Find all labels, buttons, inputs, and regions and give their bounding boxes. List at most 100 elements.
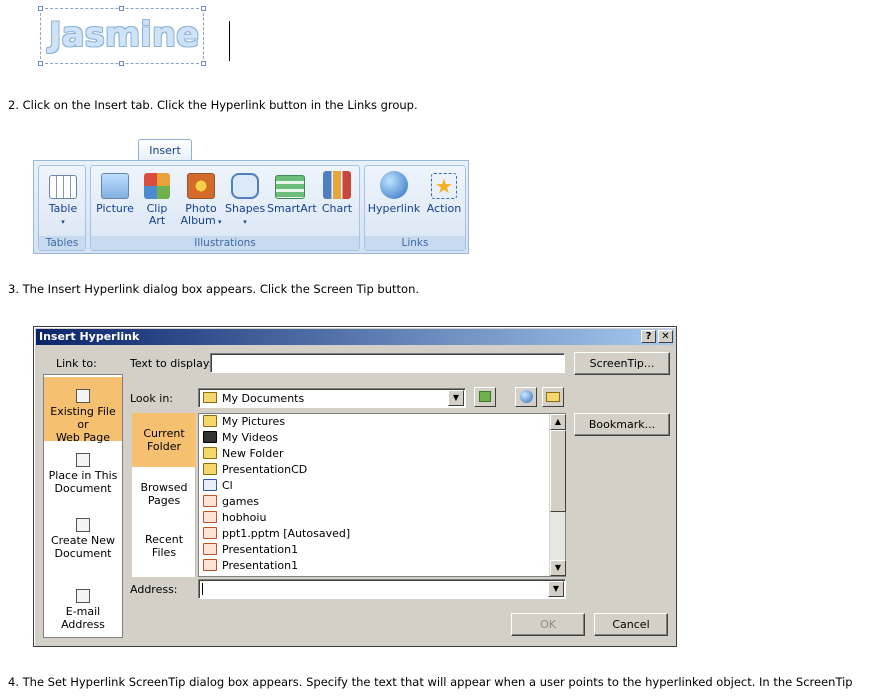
look-in-select[interactable]: My Documents ▼ <box>198 388 466 408</box>
resize-handle[interactable] <box>119 61 124 66</box>
photo-album-icon <box>187 173 215 199</box>
list-item[interactable]: Presentation1 <box>203 558 298 574</box>
text-to-display-label: Text to display: <box>130 357 213 370</box>
recent-files-label-1: Recent <box>144 533 184 546</box>
dropdown-arrow-icon: ▾ <box>215 218 222 226</box>
existing-file-label-2: Web Page <box>55 431 111 444</box>
address-input[interactable]: ▼ <box>198 579 566 599</box>
ribbon-insert: Table ▾ Tables Picture Clip Art Photo Alb… <box>33 160 469 254</box>
folder-icon <box>203 463 217 475</box>
link-create-new-document[interactable]: Create New Document <box>44 518 122 560</box>
group-illustrations: Picture Clip Art Photo Album ▾ Shapes ▾ S… <box>90 165 360 251</box>
file-name: games <box>222 495 259 508</box>
up-folder-button[interactable] <box>474 387 496 407</box>
help-button[interactable]: ? <box>641 330 656 343</box>
table-label: Table <box>48 202 78 215</box>
wordart-object[interactable]: Jasmine <box>38 6 230 66</box>
place-label-1: Place in This <box>48 469 118 482</box>
dropdown-arrow-icon: ▾ <box>243 218 247 226</box>
chart-button[interactable]: Chart <box>317 169 357 215</box>
shapes-icon <box>231 173 259 199</box>
file-name: New Folder <box>222 447 284 460</box>
look-in-label: Look in: <box>130 392 173 405</box>
ppt-file-icon <box>203 543 217 555</box>
browse-web-button[interactable] <box>515 387 537 407</box>
list-item[interactable]: My Videos <box>203 430 278 446</box>
file-list[interactable]: My Pictures My Videos New Folder Present… <box>198 413 566 577</box>
browsed-pages-label-1: Browsed <box>140 481 188 494</box>
clip-art-icon <box>144 173 170 199</box>
resize-handle[interactable] <box>119 6 124 11</box>
look-in-value: My Documents <box>222 392 305 405</box>
word-doc-icon <box>203 479 217 491</box>
hyperlink-label: Hyperlink <box>367 202 421 215</box>
folder-icon <box>203 392 217 403</box>
existing-file-icon <box>76 389 90 403</box>
chevron-down-icon[interactable]: ▼ <box>448 390 464 406</box>
ppt-file-icon <box>203 527 217 539</box>
list-item[interactable]: games <box>203 494 259 510</box>
list-item[interactable]: Cl <box>203 478 233 494</box>
recent-files-label-2: Files <box>151 546 177 559</box>
close-button[interactable]: ✕ <box>658 330 673 343</box>
link-place-in-document[interactable]: Place in This Document <box>44 453 122 495</box>
bookmark-button[interactable]: Bookmark... <box>574 413 670 436</box>
nav-current-folder[interactable]: Current Folder <box>132 413 196 467</box>
list-item[interactable]: Presentation1 <box>203 542 298 558</box>
nav-recent-files[interactable]: Recent Files <box>132 533 196 559</box>
browse-file-button[interactable] <box>542 387 564 407</box>
list-item[interactable]: ppt1.pptm [Autosaved] <box>203 526 350 542</box>
tab-insert[interactable]: Insert <box>138 139 192 162</box>
cancel-button[interactable]: Cancel <box>594 613 668 636</box>
dialog-titlebar: Insert Hyperlink ? ✕ <box>36 329 674 345</box>
create-label-2: Document <box>54 547 112 560</box>
resize-handle[interactable] <box>38 61 43 66</box>
resize-handle[interactable] <box>201 61 206 66</box>
picture-button[interactable]: Picture <box>95 169 135 215</box>
link-email-address[interactable]: E-mail Address <box>44 589 122 631</box>
group-links: Hyperlink ★ Action Links <box>364 165 466 251</box>
file-name: ppt1.pptm [Autosaved] <box>222 527 351 540</box>
current-folder-label-2: Folder <box>147 440 181 453</box>
file-name: hobhoiu <box>222 511 267 524</box>
table-button[interactable]: Table ▾ <box>44 169 82 228</box>
text-caret <box>229 21 230 61</box>
resize-handle[interactable] <box>38 6 43 11</box>
scroll-up-icon[interactable]: ▲ <box>550 414 566 430</box>
list-item[interactable]: hobhoiu <box>203 510 266 526</box>
hyperlink-button[interactable]: Hyperlink <box>367 169 421 215</box>
list-item[interactable]: New Folder <box>203 446 283 462</box>
link-existing-file[interactable]: Existing File or Web Page <box>44 377 122 444</box>
file-list-scrollbar[interactable]: ▲ ▼ <box>549 414 566 576</box>
ppt-file-icon <box>203 495 217 507</box>
file-name: My Videos <box>222 431 279 444</box>
group-label-tables: Tables <box>39 236 85 250</box>
scroll-thumb[interactable] <box>550 430 566 512</box>
clip-art-button[interactable]: Clip Art <box>139 169 175 227</box>
link-to-bar: Existing File or Web Page Place in This … <box>43 374 123 638</box>
address-label: Address: <box>130 583 178 596</box>
text-to-display-input[interactable] <box>210 353 565 373</box>
chart-icon <box>323 171 351 199</box>
picture-label: Picture <box>96 202 134 215</box>
list-item[interactable]: My Pictures <box>203 414 285 430</box>
action-button[interactable]: ★ Action <box>423 169 465 215</box>
photo-album-label-2: Album <box>180 214 216 227</box>
screentip-button[interactable]: ScreenTip... <box>574 352 670 375</box>
group-label-links: Links <box>365 236 465 250</box>
shapes-button[interactable]: Shapes ▾ <box>225 169 265 228</box>
resize-handle[interactable] <box>201 6 206 11</box>
smartart-button[interactable]: SmartArt <box>267 169 317 215</box>
photo-album-button[interactable]: Photo Album ▾ <box>179 169 223 228</box>
step-4-text: 4. The Set Hyperlink ScreenTip dialog bo… <box>8 675 853 689</box>
chevron-down-icon[interactable]: ▼ <box>548 581 564 597</box>
list-item[interactable]: PresentationCD <box>203 462 307 478</box>
picture-icon <box>101 173 129 199</box>
scroll-down-icon[interactable]: ▼ <box>550 560 566 576</box>
nav-browsed-pages[interactable]: Browsed Pages <box>132 481 196 507</box>
table-icon <box>49 175 77 199</box>
clip-art-label-2: Art <box>148 214 166 227</box>
dropdown-arrow-icon: ▾ <box>61 218 65 226</box>
step-2-text: 2. Click on the Insert tab. Click the Hy… <box>8 98 418 112</box>
ok-button[interactable]: OK <box>511 613 585 636</box>
